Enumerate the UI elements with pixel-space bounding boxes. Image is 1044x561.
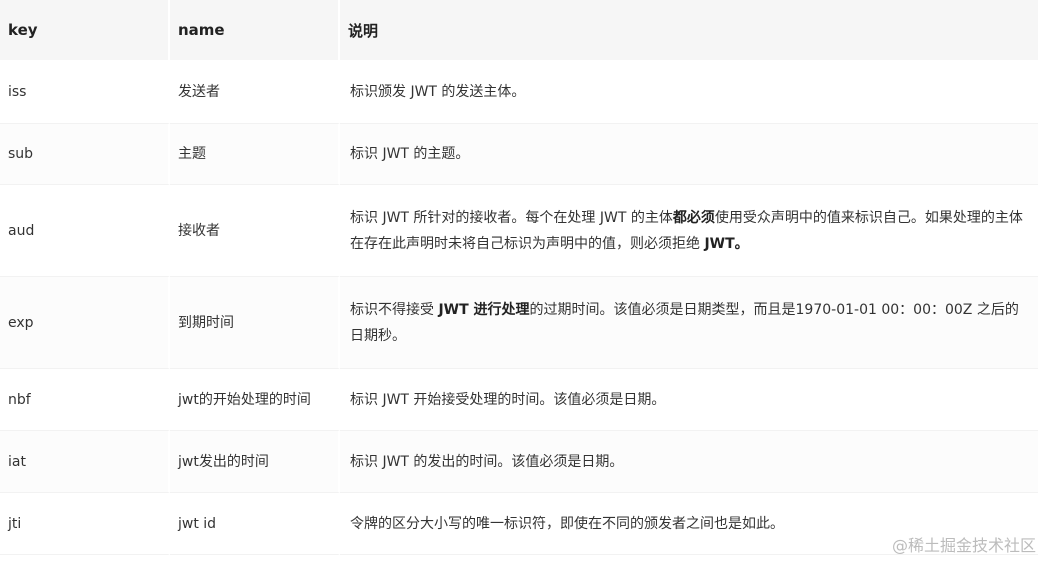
cell-key: iat [0, 431, 170, 493]
desc-text: 标识 JWT 所针对的接收者。每个在处理 JWT 的主体 [350, 209, 673, 226]
table-header-row: key name 说明 [0, 0, 1038, 60]
cell-name: 接收者 [170, 185, 340, 277]
cell-description: 标识 JWT 开始接受处理的时间。该值必须是日期。 [340, 369, 1038, 431]
table-row-sub: sub 主题 标识 JWT 的主题。 [0, 124, 1038, 185]
cell-name: jwt发出的时间 [170, 431, 340, 493]
table-row-iss: iss 发送者 标识颁发 JWT 的发送主体。 [0, 60, 1038, 124]
desc-emphasis: 。 [734, 235, 749, 252]
cell-description: 标识 JWT 的发出的时间。该值必须是日期。 [340, 431, 1038, 493]
cell-description: 标识 JWT 的主题。 [340, 124, 1038, 185]
cell-key: nbf [0, 369, 170, 431]
cell-name: jwt id [170, 493, 340, 555]
cell-name: 发送者 [170, 60, 340, 124]
cell-key: sub [0, 124, 170, 185]
cell-description: 标识颁发 JWT 的发送主体。 [340, 60, 1038, 124]
table-row-aud: aud 接收者 标识 JWT 所针对的接收者。每个在处理 JWT 的主体都必须使… [0, 185, 1038, 277]
desc-text: 标识不得接受 [350, 301, 439, 318]
header-name: name [170, 0, 340, 60]
cell-key: exp [0, 277, 170, 369]
header-key: key [0, 0, 170, 60]
table-row-iat: iat jwt发出的时间 标识 JWT 的发出的时间。该值必须是日期。 [0, 431, 1038, 493]
cell-description: 标识不得接受 JWT 进行处理的过期时间。该值必须是日期类型，而且是1970-0… [340, 277, 1038, 369]
cell-name: 到期时间 [170, 277, 340, 369]
jwt-claims-table: key name 说明 iss 发送者 标识颁发 JWT 的发送主体。 sub … [0, 0, 1038, 555]
desc-emphasis: JWT 进行处理 [438, 301, 530, 318]
cell-name: 主题 [170, 124, 340, 185]
watermark: @稀土掘金技术社区 [891, 536, 1036, 555]
cell-key: iss [0, 60, 170, 124]
header-description: 说明 [340, 0, 1038, 60]
cell-description: 标识 JWT 所针对的接收者。每个在处理 JWT 的主体都必须使用受众声明中的值… [340, 185, 1038, 277]
desc-emphasis: JWT [704, 235, 735, 252]
desc-emphasis: 都必须 [672, 209, 715, 226]
table-row-exp: exp 到期时间 标识不得接受 JWT 进行处理的过期时间。该值必须是日期类型，… [0, 277, 1038, 369]
cell-key: jti [0, 493, 170, 555]
table-row-jti: jti jwt id 令牌的区分大小写的唯一标识符，即使在不同的颁发者之间也是如… [0, 493, 1038, 555]
cell-key: aud [0, 185, 170, 277]
table-row-nbf: nbf jwt的开始处理的时间 标识 JWT 开始接受处理的时间。该值必须是日期… [0, 369, 1038, 431]
cell-name: jwt的开始处理的时间 [170, 369, 340, 431]
